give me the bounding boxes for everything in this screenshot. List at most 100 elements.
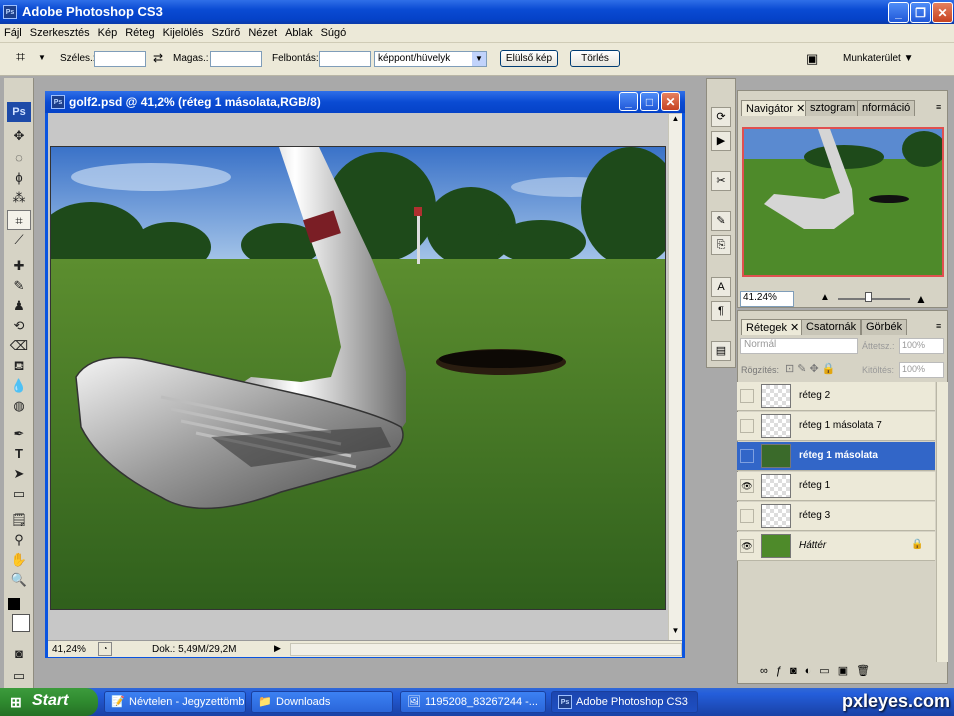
visibility-toggle[interactable] [740, 449, 754, 463]
menu-select[interactable]: Kijelölés [159, 24, 208, 39]
status-menu-arrow-icon[interactable]: ▶ [274, 643, 281, 654]
resolution-unit-select[interactable]: képpont/hüvelyk ▼ [374, 51, 487, 67]
layer-row[interactable]: réteg 3 [737, 502, 935, 531]
workspace-menu[interactable]: Munkaterület ▼ [843, 53, 914, 64]
visibility-toggle[interactable] [740, 509, 754, 523]
taskbar-downloads[interactable]: 📁 Downloads [251, 691, 393, 713]
document-horizontal-scrollbar[interactable] [290, 643, 682, 656]
zoom-tool-icon[interactable]: 🔍 [7, 570, 31, 590]
menu-file[interactable]: Fájl [0, 24, 26, 39]
paint-bucket-icon[interactable]: ⛾ [7, 356, 31, 376]
layers-panel-menu-icon[interactable]: ≡ [936, 321, 941, 331]
hand-tool-icon[interactable]: ✋ [7, 550, 31, 570]
tool-presets-icon[interactable]: ✂ [711, 171, 731, 191]
history-panel-icon[interactable]: ⟳ [711, 107, 731, 127]
new-group-icon[interactable]: ▭ [819, 665, 837, 677]
navigator-zoom-field[interactable]: 41.24% [740, 291, 794, 307]
layer-row[interactable]: 👁 réteg 1 [737, 472, 935, 501]
clone-stamp-icon[interactable]: ♟ [7, 296, 31, 316]
zoom-slider-thumb[interactable] [865, 292, 872, 302]
layer-row[interactable]: réteg 1 másolata 7 [737, 412, 935, 441]
layer-comps-icon[interactable]: ▤ [711, 341, 731, 361]
file-browser-icon[interactable]: ▣ [806, 51, 818, 67]
tool-preset-dropdown-icon[interactable]: ▼ [38, 53, 46, 62]
magic-wand-tool-icon[interactable]: ⁂ [7, 188, 31, 208]
brushes-panel-icon[interactable]: ✎ [711, 211, 731, 231]
height-field[interactable] [210, 51, 262, 67]
quick-mask-icon[interactable]: ◙ [7, 644, 31, 664]
delete-layer-icon[interactable]: 🗑 [856, 665, 878, 677]
menu-image[interactable]: Kép [94, 24, 122, 39]
tab-histogram[interactable]: sztogram [805, 100, 861, 116]
link-layers-icon[interactable]: ∞ [760, 665, 776, 677]
scroll-down-icon[interactable]: ▼ [669, 626, 682, 640]
dodge-tool-icon[interactable]: ◍ [7, 396, 31, 416]
eraser-tool-icon[interactable]: ⌫ [7, 336, 31, 356]
menu-edit[interactable]: Szerkesztés [26, 24, 94, 39]
new-layer-icon[interactable]: ▣ [838, 665, 856, 677]
lasso-tool-icon[interactable]: ϕ [7, 168, 31, 188]
layers-scrollbar[interactable] [936, 382, 948, 662]
layer-row-selected[interactable]: réteg 1 másolata [737, 442, 935, 471]
close-button[interactable]: ✕ [932, 2, 953, 23]
layer-style-icon[interactable]: ƒ [776, 665, 790, 677]
width-field[interactable] [94, 51, 146, 67]
doc-maximize-button[interactable]: □ [640, 92, 659, 111]
tab-layers[interactable]: Rétegek ✕ [741, 319, 805, 335]
crop-tool-icon[interactable]: ⌗ [16, 49, 25, 67]
visibility-toggle[interactable] [740, 389, 754, 403]
actions-panel-icon[interactable]: ▶ [711, 131, 731, 151]
crop-tool-selected-icon[interactable]: ⌗ [7, 210, 31, 230]
tab-curves[interactable]: Görbék [861, 319, 908, 335]
document-title-bar[interactable]: Ps golf2.psd @ 41,2% (réteg 1 másolata,R… [45, 91, 685, 113]
navigator-preview[interactable] [742, 127, 944, 277]
status-options-icon[interactable]: ◔ [98, 642, 112, 656]
eyedropper-icon[interactable]: ⚲ [7, 530, 31, 550]
brush-tool-icon[interactable]: ✎ [7, 276, 31, 296]
clear-button[interactable]: Törlés [570, 50, 620, 67]
eye-icon[interactable]: 👁 [740, 539, 754, 553]
blur-tool-icon[interactable]: 💧 [7, 376, 31, 396]
opacity-field[interactable]: 100% [899, 338, 944, 354]
tab-navigator[interactable]: Navigátor ✕ [741, 100, 811, 116]
type-tool-icon[interactable]: T [7, 444, 31, 464]
front-image-button[interactable]: Elülső kép [500, 50, 558, 67]
adjustment-layer-icon[interactable]: ◐ [805, 665, 820, 677]
slice-tool-icon[interactable]: ⟋ [7, 230, 31, 250]
lock-icons[interactable]: ⊡ ✎ ✥ 🔒 [785, 362, 836, 375]
scroll-up-icon[interactable]: ▲ [669, 114, 682, 128]
zoom-out-icon[interactable]: ▲ [820, 292, 830, 303]
menu-layer[interactable]: Réteg [121, 24, 158, 39]
resolution-field[interactable] [319, 51, 371, 67]
path-selection-icon[interactable]: ➤ [7, 464, 31, 484]
pen-tool-icon[interactable]: ✒ [7, 424, 31, 444]
minimize-button[interactable]: _ [888, 2, 909, 23]
screen-mode-icon[interactable]: ▭ [7, 666, 31, 686]
paragraph-panel-icon[interactable]: ¶ [711, 301, 731, 321]
menu-view[interactable]: Nézet [244, 24, 281, 39]
default-colors-icon[interactable] [8, 598, 20, 610]
clone-source-icon[interactable]: ⎘ [711, 235, 731, 255]
doc-minimize-button[interactable]: _ [619, 92, 638, 111]
swap-dimensions-icon[interactable]: ⇄ [153, 51, 163, 65]
tab-info[interactable]: nformáció [857, 100, 916, 116]
restore-button[interactable]: ❐ [910, 2, 931, 23]
panel-menu-icon[interactable]: ≡ [936, 102, 941, 112]
doc-close-button[interactable]: ✕ [661, 92, 680, 111]
eye-icon[interactable]: 👁 [740, 479, 754, 493]
taskbar-photoshop[interactable]: Ps Adobe Photoshop CS3 [551, 691, 698, 713]
tab-channels[interactable]: Csatornák [801, 319, 862, 335]
menu-filter[interactable]: Szűrő [208, 24, 245, 39]
blend-mode-select[interactable]: Normál [740, 338, 858, 354]
fill-field[interactable]: 100% [899, 362, 944, 378]
zoom-in-icon[interactable]: ▲ [915, 292, 927, 306]
taskbar-image-viewer[interactable]: 🖼 1195208_83267244 -... [400, 691, 546, 713]
move-tool-icon[interactable]: ✥ [7, 126, 31, 146]
document-vertical-scrollbar[interactable]: ▲ ▼ [668, 114, 682, 640]
foreground-color-swatch[interactable] [12, 614, 30, 632]
zoom-level[interactable]: 41,24% [52, 644, 86, 655]
shape-tool-icon[interactable]: ▭ [7, 484, 31, 504]
start-button[interactable]: ⊞ Start [0, 688, 98, 716]
layer-row[interactable]: 👁 Háttér 🔒 [737, 532, 935, 561]
navigator-zoom-slider[interactable] [838, 298, 910, 300]
